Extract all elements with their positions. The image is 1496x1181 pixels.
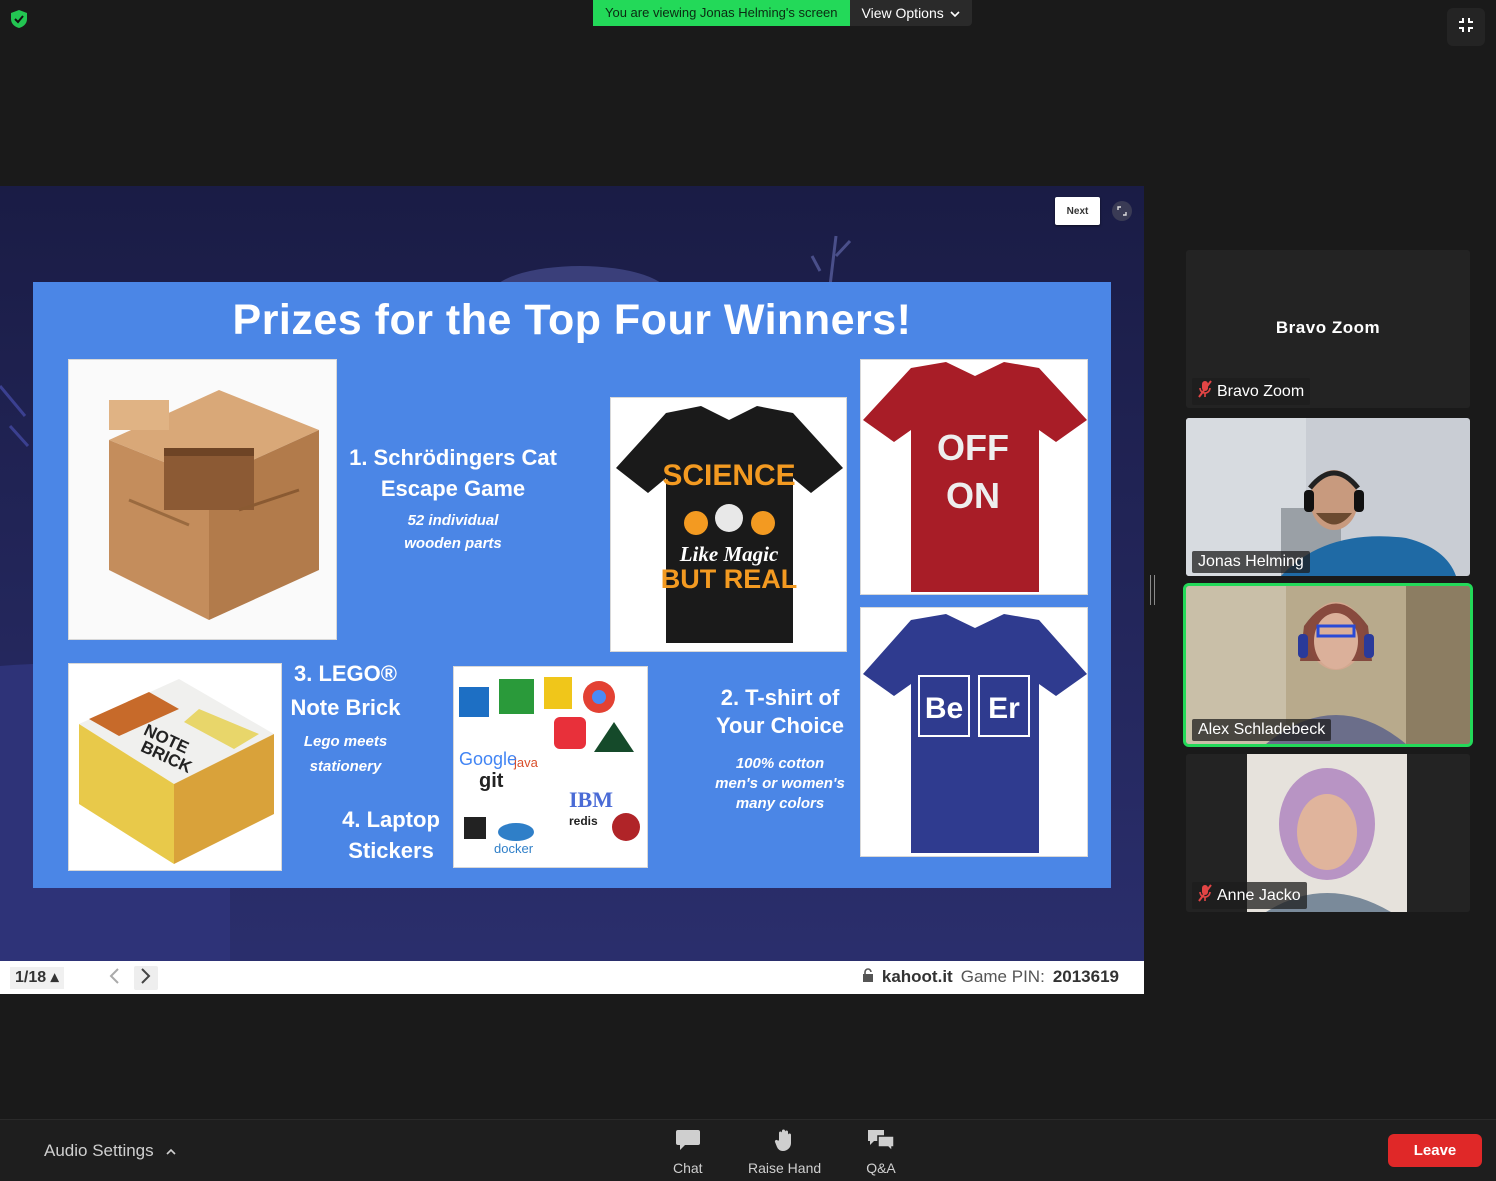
participant-name-tag: Jonas Helming (1192, 551, 1310, 573)
panel-resize-handle[interactable] (1150, 575, 1155, 605)
audio-settings-button[interactable]: Audio Settings (44, 1141, 176, 1161)
audio-settings-label: Audio Settings (44, 1141, 154, 1160)
participant-name: Anne Jacko (1217, 886, 1301, 904)
game-pin-info: kahoot.it Game PIN: 2013619 (862, 967, 1119, 987)
next-button[interactable]: Next (1055, 197, 1100, 225)
shirt-on-text: ON (946, 475, 1000, 516)
chat-button[interactable]: Chat (673, 1128, 703, 1176)
raise-hand-icon (774, 1128, 796, 1155)
expand-icon[interactable] (1112, 201, 1132, 221)
page-indicator[interactable]: 1/18 ▴ (10, 967, 64, 989)
participant-name-tag: Bravo Zoom (1192, 378, 1311, 405)
lock-icon (862, 967, 874, 987)
kahoot-slide: Prizes for the Top Four Winners! 1. Schr… (33, 282, 1111, 888)
participant-name: Bravo Zoom (1217, 382, 1305, 400)
shirt-be-text: Be (925, 692, 963, 725)
prize1-line1: 1. Schrödingers Cat (349, 445, 557, 470)
leave-button[interactable]: Leave (1388, 1134, 1482, 1167)
qa-icon (866, 1128, 896, 1155)
muted-mic-icon (1198, 884, 1212, 907)
prize1-detail2: wooden parts (404, 535, 502, 552)
shared-screen: Next Prizes for the Top Four Winners! 1.… (0, 186, 1144, 994)
chat-icon (675, 1128, 701, 1155)
sticker-redis-text: redis (569, 814, 598, 828)
game-pin-label: Game PIN: (960, 967, 1045, 986)
slide-controls-bar: 1/18 ▴ kahoot.it Game PIN: 2013619 (0, 961, 1144, 994)
raise-hand-button[interactable]: Raise Hand (748, 1128, 821, 1176)
zoom-window: You are viewing Jonas Helming's screen V… (0, 0, 1496, 1181)
next-slide-button[interactable] (134, 966, 158, 990)
view-options-label: View Options (861, 5, 944, 21)
prize2-detail1: 100% cotton (735, 755, 825, 772)
chat-label: Chat (673, 1160, 703, 1176)
sticker-ibm-text: IBM (569, 787, 613, 812)
fullscreen-icon (1458, 17, 1474, 38)
participant-tile-bravo-zoom[interactable]: Bravo Zoom Bravo Zoom (1186, 250, 1470, 408)
participant-name: Alex Schladebeck (1198, 721, 1326, 738)
prize3-text: 3. LEGO® Note Brick Lego meets stationer… (278, 657, 413, 779)
participant-tile-anne-jacko[interactable]: Anne Jacko (1186, 754, 1470, 912)
prize1-detail1: 52 individual (407, 512, 499, 529)
game-pin-value: 2013619 (1052, 967, 1119, 986)
shirt-real-text: BUT REAL (661, 564, 798, 594)
participant-tile-jonas-helming[interactable]: Jonas Helming (1186, 418, 1470, 576)
participant-name: Jonas Helming (1198, 553, 1304, 570)
chevron-down-icon (950, 0, 960, 26)
prize4-text: 4. Laptop Stickers (331, 804, 451, 866)
sticker-java-text: java (513, 755, 539, 770)
chevron-up-icon (166, 1141, 176, 1161)
raise-hand-label: Raise Hand (748, 1160, 822, 1176)
participant-tile-alex-schladebeck[interactable]: Alex Schladebeck (1183, 583, 1473, 747)
qa-label: Q&A (866, 1160, 896, 1176)
beer-shirt-image: Be Er (860, 607, 1088, 857)
prize4-line2: Stickers (348, 838, 434, 863)
viewing-screen-label: You are viewing Jonas Helming's screen (593, 0, 850, 26)
prize2-line2: Your Choice (716, 713, 844, 738)
lego-note-brick-image: NOTE BRICK (68, 663, 282, 871)
participant-name-tag: Alex Schladebeck (1192, 719, 1332, 741)
shirt-magic-text: Like Magic (679, 542, 779, 566)
prize1-text: 1. Schrödingers Cat Escape Game 52 indiv… (333, 442, 573, 555)
slide-title: Prizes for the Top Four Winners! (232, 296, 912, 344)
sticker-google-text: Google (459, 749, 517, 769)
science-shirt-image: SCIENCE Like Magic BUT REAL (610, 397, 847, 652)
prize3-detail2: stationery (309, 758, 382, 775)
shirt-er-text: Er (988, 692, 1020, 725)
prize3-line1: 3. LEGO® (293, 661, 397, 686)
shirt-science-text: SCIENCE (662, 459, 795, 492)
prize4-line1: 4. Laptop (342, 807, 440, 832)
shirt-off-text: OFF (937, 427, 1009, 468)
prize1-line2: Escape Game (380, 476, 526, 501)
prize2-line1: 2. T-shirt of (720, 685, 840, 710)
laptop-stickers-image: Google java git IBM docker redis (453, 666, 648, 868)
prize2-text: 2. T-shirt of Your Choice 100% cotton me… (690, 684, 870, 814)
muted-mic-icon (1198, 380, 1212, 403)
prize3-detail1: Lego meets (303, 733, 388, 750)
prize3-line2: Note Brick (290, 695, 401, 720)
chevron-right-icon (140, 967, 152, 990)
view-options-button[interactable]: View Options (849, 0, 972, 26)
screen-share-banner: You are viewing Jonas Helming's screen V… (593, 0, 972, 26)
previous-slide-button[interactable] (102, 966, 126, 990)
security-shield-icon[interactable] (9, 9, 29, 29)
chevron-left-icon (108, 967, 120, 990)
prize2-detail2: men's or women's (715, 775, 845, 792)
off-on-shirt-image: OFF ON (860, 359, 1088, 595)
sticker-git-text: git (479, 770, 504, 792)
meeting-toolbar: Audio Settings Chat Raise Hand Q&A Leave (0, 1119, 1496, 1181)
participant-name-tag: Anne Jacko (1192, 882, 1307, 909)
prize2-detail3: many colors (735, 795, 825, 812)
participant-center-name: Bravo Zoom (1275, 318, 1381, 337)
kahoot-site: kahoot.it (881, 967, 953, 986)
qa-button[interactable]: Q&A (866, 1128, 896, 1176)
fullscreen-button[interactable] (1447, 8, 1485, 46)
sticker-docker-text: docker (494, 841, 534, 856)
escape-game-image (68, 359, 337, 640)
